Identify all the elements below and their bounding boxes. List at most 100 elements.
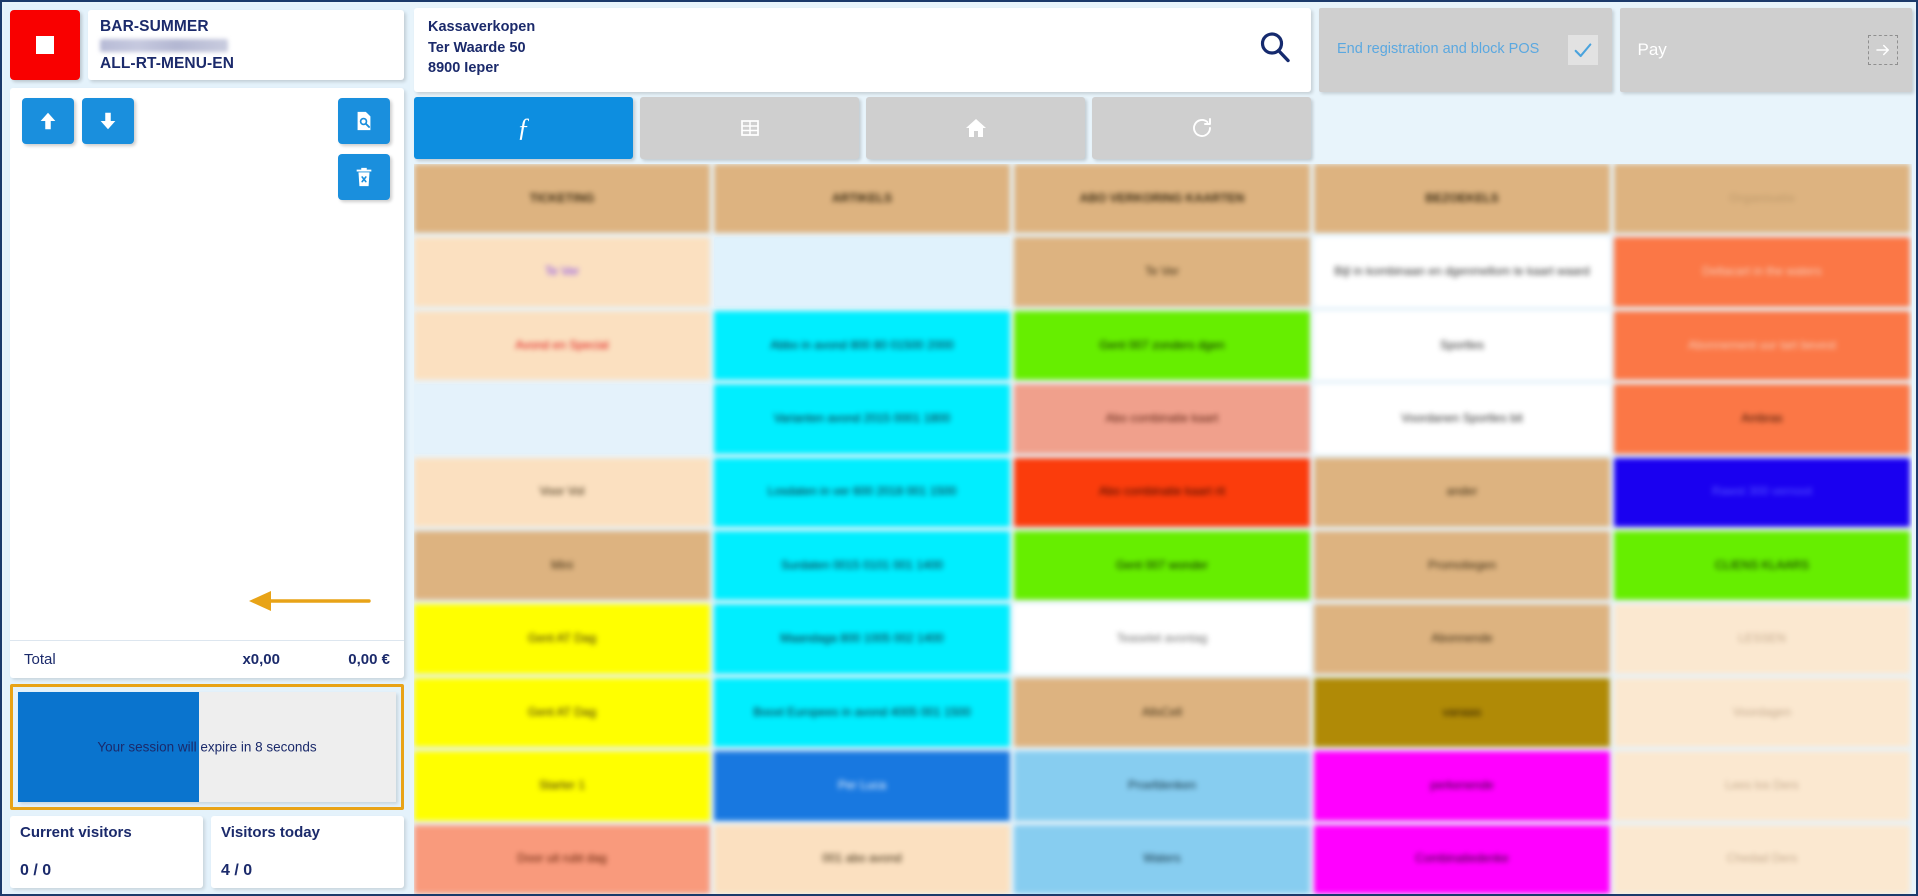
product-cell-label: Abonnement uur tart bevest (1687, 337, 1837, 352)
product-cell-label: perkenende (1430, 777, 1494, 792)
pay-arrow-box[interactable] (1868, 35, 1898, 65)
product-cell[interactable]: Teaselet avontag (1014, 604, 1310, 674)
product-cell[interactable]: Lees los Ders (1614, 751, 1910, 821)
product-cell-label: Surdaten 0015 0101 001 1400 (780, 557, 944, 572)
search-button[interactable] (1257, 30, 1293, 71)
product-cell[interactable]: Surdaten 0015 0101 001 1400 (714, 531, 1010, 601)
delete-order-button[interactable] (338, 154, 390, 200)
product-grid: TICKETING Te Ver Avond en Special Voor Vol M… (414, 164, 1912, 894)
product-cell[interactable]: Te Ver (414, 237, 710, 307)
product-cell[interactable]: Booxt Europees in avond 4005 001 1500 (714, 677, 1010, 748)
product-cell[interactable]: Maandaga 800 1005 002 1400 (714, 604, 1010, 674)
product-cell[interactable]: AllsCell (1014, 677, 1310, 748)
product-cell[interactable]: Per Luca (714, 751, 1010, 821)
product-cell[interactable]: ander (1314, 457, 1610, 527)
session-name-redacted (100, 38, 228, 52)
product-cell-label: Sportles (1439, 337, 1485, 352)
pay-button[interactable]: Pay (1619, 8, 1912, 92)
search-icon (1260, 32, 1290, 63)
product-cell-label: Maandaga 800 1005 002 1400 (780, 631, 944, 646)
category-header[interactable]: ABO VERKORING KAARTEN (1014, 164, 1310, 234)
end-registration-button[interactable]: End registration and block POS (1319, 8, 1612, 92)
product-column: BEZOEKELS Bijl in kombinaan en dgenmellom… (1314, 164, 1610, 894)
product-cell-label: Te Ver (1144, 264, 1180, 279)
document-search-icon (357, 111, 371, 131)
view-receipt-button[interactable] (338, 98, 390, 144)
product-cell-label: Abbo in avond 800 80 01500 2000 (770, 337, 954, 352)
product-cell[interactable]: Gent AT Dag (414, 604, 710, 674)
product-cell[interactable]: Abo combinatie kaart (1014, 384, 1310, 454)
category-header[interactable]: Organisatie (1614, 164, 1910, 234)
product-cell-label: Promotiegen (1427, 557, 1497, 572)
product-cell[interactable]: Abonnement uur tart bevest (1614, 310, 1910, 381)
product-cell[interactable]: Mini (414, 531, 710, 601)
scroll-up-button[interactable] (22, 98, 74, 144)
session-title-card: BAR-SUMMER ALL-RT-MENU-EN (88, 10, 404, 80)
product-cell-label: Lees los Ders (1725, 777, 1799, 792)
product-cell-label: Chedad Ders (1726, 851, 1798, 866)
product-cell-empty (414, 384, 710, 454)
product-cell[interactable]: Varianten avond 2015 0001 1800 (714, 384, 1010, 454)
product-cell[interactable]: Rawst 300 vernoot (1614, 457, 1910, 527)
product-cell[interactable]: 001 abo avond (714, 824, 1010, 894)
product-cell-label: Waters (1143, 851, 1181, 866)
product-cell-label: vanaas (1442, 704, 1482, 719)
address-line-3: 8900 Ieper (428, 60, 499, 77)
product-cell-label: Per Luca (837, 777, 887, 792)
total-quantity: x0,00 (242, 651, 280, 668)
product-cell[interactable]: Combinatiedenke (1314, 824, 1610, 894)
product-cell[interactable]: Abbo in avond 800 80 01500 2000 (714, 310, 1010, 381)
product-cell-label: Rawst 300 vernoot (1711, 484, 1813, 499)
product-cell-label: LESSEN (1738, 631, 1786, 646)
tab-refresh[interactable] (1092, 97, 1311, 159)
product-cell[interactable]: Bijl in kombinaan en dgenmellom te kaart… (1314, 237, 1610, 307)
product-cell-label: Combinatiedenke (1415, 851, 1509, 866)
product-cell[interactable]: vanaas (1314, 677, 1610, 748)
left-panel: BAR-SUMMER ALL-RT-MENU-EN Total x0,00 0,… (4, 4, 410, 894)
product-cell[interactable]: Voor Vol (414, 457, 710, 527)
product-cell[interactable]: Chedad Ders (1614, 824, 1910, 894)
product-cell[interactable]: Deltacart in the waters (1614, 237, 1910, 307)
category-header[interactable]: BEZOEKELS (1314, 164, 1610, 234)
category-header-label: Organisatie (1728, 190, 1796, 205)
product-cell[interactable]: Gent AT Dag (414, 677, 710, 748)
product-cell-label: Deltacart in the waters (1702, 264, 1822, 279)
product-column: ABO VERKORING KAARTEN Te Ver Gent 007 zond… (1014, 164, 1310, 894)
tab-grid-view[interactable] (640, 97, 859, 159)
total-label: Total (24, 651, 56, 668)
product-cell[interactable]: Starter 1 (414, 751, 710, 821)
product-cell[interactable]: Sportles (1314, 310, 1610, 381)
product-cell[interactable]: Te Ver (1014, 237, 1310, 307)
product-cell[interactable]: Abo combinatie kaart rit (1014, 457, 1310, 527)
product-cell[interactable]: perkenende (1314, 751, 1610, 821)
product-cell-empty (714, 237, 1010, 307)
stop-button[interactable] (10, 10, 80, 80)
product-cell[interactable]: Waters (1014, 824, 1310, 894)
product-cell[interactable]: Gent 007 wonder (1014, 531, 1310, 601)
product-cell[interactable]: Avond en Special (414, 310, 710, 381)
product-cell[interactable]: Gent 007 zonders dgen (1014, 310, 1310, 381)
current-visitors-label: Current visitors (20, 824, 132, 841)
scroll-down-button[interactable] (82, 98, 134, 144)
product-cell[interactable]: Proefdenken (1014, 751, 1310, 821)
check-box[interactable] (1567, 35, 1598, 65)
product-cell[interactable]: LESSEN (1614, 604, 1910, 674)
product-cell[interactable]: Door uit rubt dag (414, 824, 710, 894)
product-cell[interactable]: CLIENS KLAARS (1614, 531, 1910, 601)
refresh-icon (1192, 118, 1211, 137)
product-cell-label: Varianten avond 2015 0001 1800 (773, 410, 951, 425)
tab-home[interactable] (866, 97, 1085, 159)
product-cell[interactable]: Ambras (1614, 384, 1910, 454)
session-menu-line: ALL-RT-MENU-EN (100, 54, 234, 72)
product-column: TICKETING Te Ver Avond en Special Voor Vol M… (414, 164, 710, 894)
category-header[interactable]: TICKETING (414, 164, 710, 234)
product-cell[interactable]: Promotiegen (1314, 531, 1610, 601)
end-registration-label: End registration and block POS (1337, 41, 1540, 58)
product-cell[interactable]: Abonnende (1314, 604, 1610, 674)
tab-function-keys[interactable]: ƒ (414, 97, 633, 159)
product-cell[interactable]: Voordanen Sportles bit (1314, 384, 1610, 454)
product-cell[interactable]: Voordagen (1614, 677, 1910, 748)
category-header[interactable]: ARTIKELS (714, 164, 1010, 234)
product-cell[interactable]: Losdaten in ver 600 2018 001 1500 (714, 457, 1010, 527)
stop-square-icon (36, 36, 54, 54)
